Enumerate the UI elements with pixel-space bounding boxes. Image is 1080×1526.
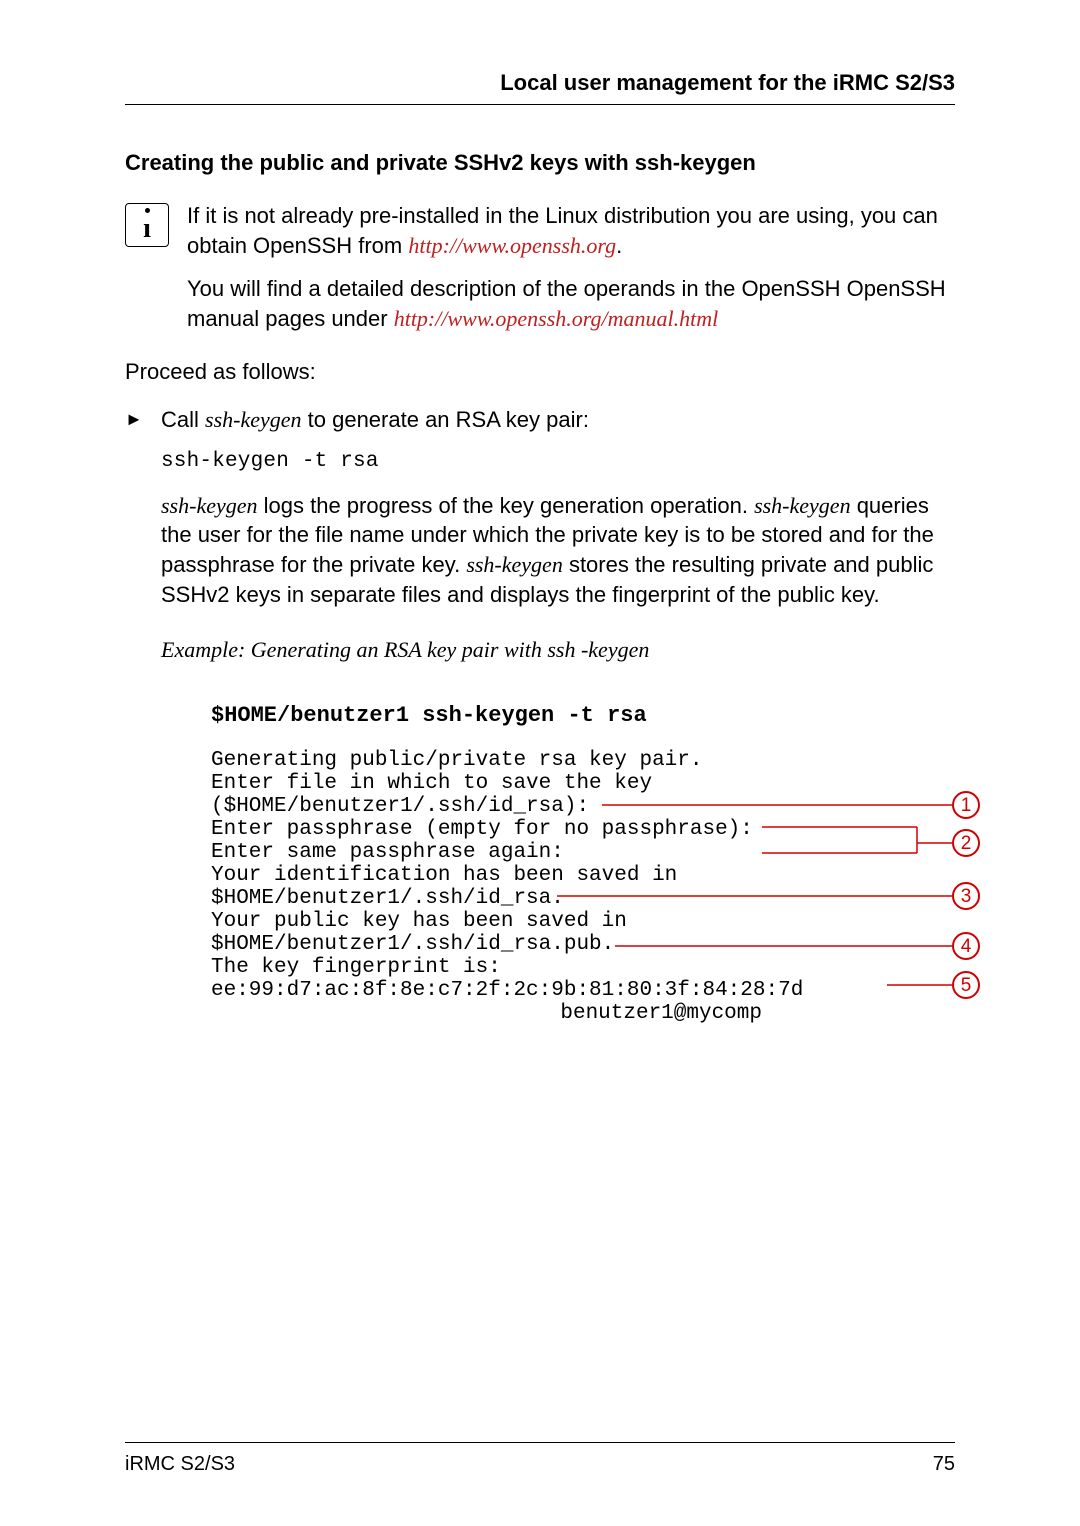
tl6: Your identification has been saved in (211, 864, 980, 887)
header-title: Local user management for the iRMC S2/S3 (500, 70, 955, 95)
code-block: ssh-keygen -t rsa (161, 448, 955, 476)
proceed-text: Proceed as follows: (125, 359, 955, 385)
tl12: benutzer1@mycomp (211, 1002, 980, 1025)
tl11: ee:99:d7:ac:8f:8e:c7:2f:2c:9b:81:80:3f:8… (211, 979, 980, 1002)
example-title: Example: Generating an RSA key pair with… (161, 635, 955, 665)
terminal-output: Generating public/private rsa key pair. … (211, 749, 980, 1025)
info-text: If it is not already pre-installed in th… (187, 201, 955, 334)
tl2: Enter file in which to save the key (211, 772, 980, 795)
info-block: ı If it is not already pre-installed in … (125, 201, 955, 334)
step1-pre: Call (161, 407, 205, 432)
info-para2: You will find a detailed description of … (187, 274, 955, 333)
page-footer: iRMC S2/S3 75 (125, 1442, 955, 1476)
openssh-manual-link[interactable]: http://www.openssh.org/manual.html (394, 306, 719, 331)
section-subheading: Creating the public and private SSHv2 ke… (125, 150, 955, 176)
tl4: Enter passphrase (empty for no passphras… (211, 818, 980, 841)
tl8: Your public key has been saved in (211, 910, 980, 933)
page-header: Local user management for the iRMC S2/S3 (125, 70, 955, 105)
footer-left: iRMC S2/S3 (125, 1453, 235, 1476)
sp-b: logs the progress of the key generation … (258, 493, 755, 518)
tl10: The key fingerprint is: (211, 956, 980, 979)
terminal-block: $HOME/benutzer1 ssh-keygen -t rsa Genera… (211, 704, 980, 1025)
info-letter: ı (143, 215, 151, 243)
info-icon: ı (125, 203, 169, 247)
step1-paragraph: ssh-keygen logs the progress of the key … (161, 491, 955, 610)
info-para1-post: . (616, 233, 622, 258)
tl7: $HOME/benutzer1/.ssh/id_rsa. (211, 887, 980, 910)
sp-c: ssh-keygen (754, 493, 851, 518)
step1-cmd: ssh-keygen (205, 407, 302, 432)
sp-a: ssh-keygen (161, 493, 258, 518)
sp-e: ssh-keygen (466, 552, 563, 577)
info-dot (145, 208, 150, 213)
step-body: Call ssh-keygen to generate an RSA key p… (161, 405, 955, 1025)
terminal-command: $HOME/benutzer1 ssh-keygen -t rsa (211, 704, 980, 727)
footer-right: 75 (933, 1453, 955, 1476)
tl9: $HOME/benutzer1/.ssh/id_rsa.pub. (211, 933, 980, 956)
tl5: Enter same passphrase again: (211, 841, 980, 864)
tl1: Generating public/private rsa key pair. (211, 749, 980, 772)
info-para1: If it is not already pre-installed in th… (187, 201, 955, 260)
step-arrow-icon: ► (125, 409, 143, 1025)
step-block: ► Call ssh-keygen to generate an RSA key… (125, 405, 955, 1025)
openssh-link[interactable]: http://www.openssh.org (408, 233, 616, 258)
step1-post: to generate an RSA key pair: (302, 407, 589, 432)
tl3: ($HOME/benutzer1/.ssh/id_rsa): (211, 795, 980, 818)
step1-line: Call ssh-keygen to generate an RSA key p… (161, 405, 955, 435)
